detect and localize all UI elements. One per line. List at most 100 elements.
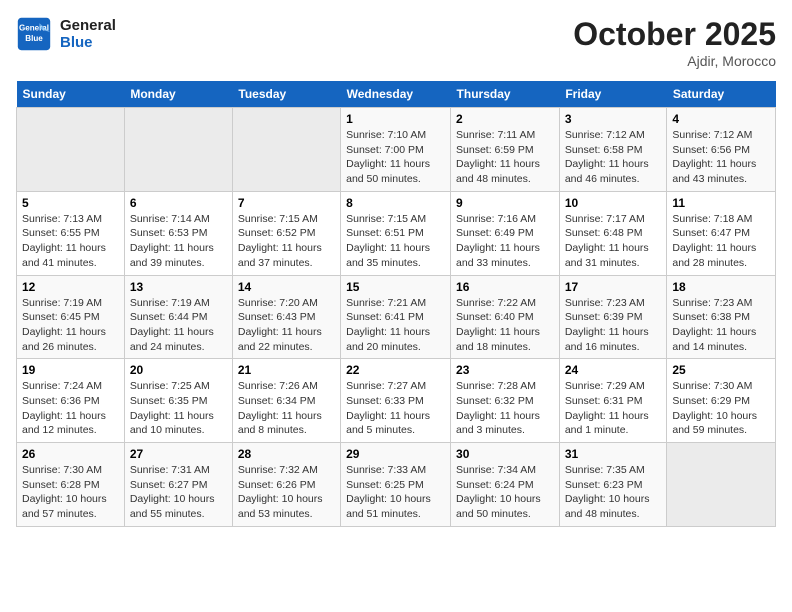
day-number: 18 xyxy=(672,280,770,294)
calendar-cell: 29 Sunrise: 7:33 AMSunset: 6:25 PMDayligh… xyxy=(341,443,451,527)
calendar-cell: 18 Sunrise: 7:23 AMSunset: 6:38 PMDayligh… xyxy=(667,275,776,359)
calendar-cell: 22Sunrise: 7:27 AMSunset: 6:33 PMDayligh… xyxy=(341,359,451,443)
day-info: Sunrise: 7:25 AMSunset: 6:35 PMDaylight:… xyxy=(130,379,227,438)
day-info: Sunrise: 7:12 AMSunset: 6:56 PMDaylight:… xyxy=(672,128,770,187)
calendar-cell: 20 Sunrise: 7:25 AMSunset: 6:35 PMDayligh… xyxy=(124,359,232,443)
calendar-cell: 15 Sunrise: 7:21 AMSunset: 6:41 PMDayligh… xyxy=(341,275,451,359)
day-number: 28 xyxy=(238,447,335,461)
day-number: 5 xyxy=(22,196,119,210)
calendar-cell: 3 Sunrise: 7:12 AMSunset: 6:58 PMDaylight… xyxy=(559,108,667,192)
day-info: Sunrise: 7:24 AMSunset: 6:36 PMDaylight:… xyxy=(22,379,119,438)
page-header: General Blue General Blue October 2025 A… xyxy=(16,16,776,69)
day-info: Sunrise: 7:10 AMSunset: 7:00 PMDaylight:… xyxy=(346,128,445,187)
day-info: Sunrise: 7:35 AMSunset: 6:23 PMDaylight:… xyxy=(565,463,662,522)
calendar-cell xyxy=(667,443,776,527)
day-number: 23 xyxy=(456,363,554,377)
calendar-cell: 19 Sunrise: 7:24 AMSunset: 6:36 PMDayligh… xyxy=(17,359,125,443)
calendar-cell: 5Sunrise: 7:13 AMSunset: 6:55 PMDaylight… xyxy=(17,191,125,275)
day-info: Sunrise: 7:28 AMSunset: 6:32 PMDaylight:… xyxy=(456,379,554,438)
calendar-cell: 23 Sunrise: 7:28 AMSunset: 6:32 PMDayligh… xyxy=(451,359,560,443)
day-number: 30 xyxy=(456,447,554,461)
day-number: 6 xyxy=(130,196,227,210)
day-header-monday: Monday xyxy=(124,81,232,108)
calendar-cell: 16Sunrise: 7:22 AMSunset: 6:40 PMDayligh… xyxy=(451,275,560,359)
day-info: Sunrise: 7:23 AMSunset: 6:38 PMDaylight:… xyxy=(672,296,770,355)
day-header-wednesday: Wednesday xyxy=(341,81,451,108)
day-number: 11 xyxy=(672,196,770,210)
day-number: 26 xyxy=(22,447,119,461)
calendar-cell: 27 Sunrise: 7:31 AMSunset: 6:27 PMDayligh… xyxy=(124,443,232,527)
day-number: 25 xyxy=(672,363,770,377)
calendar-cell: 12 Sunrise: 7:19 AMSunset: 6:45 PMDayligh… xyxy=(17,275,125,359)
day-number: 15 xyxy=(346,280,445,294)
day-info: Sunrise: 7:14 AMSunset: 6:53 PMDaylight:… xyxy=(130,212,227,271)
day-number: 20 xyxy=(130,363,227,377)
day-info: Sunrise: 7:26 AMSunset: 6:34 PMDaylight:… xyxy=(238,379,335,438)
day-info: Sunrise: 7:18 AMSunset: 6:47 PMDaylight:… xyxy=(672,212,770,271)
day-number: 10 xyxy=(565,196,662,210)
day-number: 3 xyxy=(565,112,662,126)
month-title: October 2025 xyxy=(573,16,776,53)
day-info: Sunrise: 7:19 AMSunset: 6:45 PMDaylight:… xyxy=(22,296,119,355)
day-info: Sunrise: 7:15 AMSunset: 6:52 PMDaylight:… xyxy=(238,212,335,271)
calendar-cell: 2Sunrise: 7:11 AMSunset: 6:59 PMDaylight… xyxy=(451,108,560,192)
calendar-cell: 1 Sunrise: 7:10 AMSunset: 7:00 PMDaylight… xyxy=(341,108,451,192)
calendar-cell: 6 Sunrise: 7:14 AMSunset: 6:53 PMDaylight… xyxy=(124,191,232,275)
calendar-table: SundayMondayTuesdayWednesdayThursdayFrid… xyxy=(16,81,776,527)
day-number: 31 xyxy=(565,447,662,461)
day-info: Sunrise: 7:11 AMSunset: 6:59 PMDaylight:… xyxy=(456,128,554,187)
day-number: 19 xyxy=(22,363,119,377)
day-info: Sunrise: 7:33 AMSunset: 6:25 PMDaylight:… xyxy=(346,463,445,522)
day-info: Sunrise: 7:15 AMSunset: 6:51 PMDaylight:… xyxy=(346,212,445,271)
day-number: 29 xyxy=(346,447,445,461)
day-header-friday: Friday xyxy=(559,81,667,108)
day-number: 1 xyxy=(346,112,445,126)
day-number: 9 xyxy=(456,196,554,210)
day-info: Sunrise: 7:17 AMSunset: 6:48 PMDaylight:… xyxy=(565,212,662,271)
day-info: Sunrise: 7:29 AMSunset: 6:31 PMDaylight:… xyxy=(565,379,662,438)
day-number: 13 xyxy=(130,280,227,294)
calendar-cell: 11 Sunrise: 7:18 AMSunset: 6:47 PMDayligh… xyxy=(667,191,776,275)
day-number: 7 xyxy=(238,196,335,210)
svg-text:Blue: Blue xyxy=(25,34,43,43)
calendar-cell: 25 Sunrise: 7:30 AMSunset: 6:29 PMDayligh… xyxy=(667,359,776,443)
day-header-thursday: Thursday xyxy=(451,81,560,108)
day-header-sunday: Sunday xyxy=(17,81,125,108)
calendar-cell: 8Sunrise: 7:15 AMSunset: 6:51 PMDaylight… xyxy=(341,191,451,275)
day-number: 27 xyxy=(130,447,227,461)
day-number: 16 xyxy=(456,280,554,294)
calendar-cell: 14 Sunrise: 7:20 AMSunset: 6:43 PMDayligh… xyxy=(232,275,340,359)
logo: General Blue General Blue xyxy=(16,16,116,52)
day-info: Sunrise: 7:31 AMSunset: 6:27 PMDaylight:… xyxy=(130,463,227,522)
calendar-cell xyxy=(232,108,340,192)
calendar-cell: 7 Sunrise: 7:15 AMSunset: 6:52 PMDaylight… xyxy=(232,191,340,275)
day-info: Sunrise: 7:16 AMSunset: 6:49 PMDaylight:… xyxy=(456,212,554,271)
day-info: Sunrise: 7:30 AMSunset: 6:29 PMDaylight:… xyxy=(672,379,770,438)
day-number: 12 xyxy=(22,280,119,294)
day-info: Sunrise: 7:23 AMSunset: 6:39 PMDaylight:… xyxy=(565,296,662,355)
day-info: Sunrise: 7:19 AMSunset: 6:44 PMDaylight:… xyxy=(130,296,227,355)
day-number: 17 xyxy=(565,280,662,294)
day-number: 4 xyxy=(672,112,770,126)
calendar-cell: 10 Sunrise: 7:17 AMSunset: 6:48 PMDayligh… xyxy=(559,191,667,275)
calendar-cell: 21 Sunrise: 7:26 AMSunset: 6:34 PMDayligh… xyxy=(232,359,340,443)
day-number: 14 xyxy=(238,280,335,294)
day-number: 24 xyxy=(565,363,662,377)
calendar-cell: 28 Sunrise: 7:32 AMSunset: 6:26 PMDayligh… xyxy=(232,443,340,527)
day-info: Sunrise: 7:21 AMSunset: 6:41 PMDaylight:… xyxy=(346,296,445,355)
day-header-saturday: Saturday xyxy=(667,81,776,108)
calendar-cell: 31 Sunrise: 7:35 AMSunset: 6:23 PMDayligh… xyxy=(559,443,667,527)
calendar-cell xyxy=(17,108,125,192)
day-number: 21 xyxy=(238,363,335,377)
day-info: Sunrise: 7:20 AMSunset: 6:43 PMDaylight:… xyxy=(238,296,335,355)
location-subtitle: Ajdir, Morocco xyxy=(573,53,776,69)
day-info: Sunrise: 7:12 AMSunset: 6:58 PMDaylight:… xyxy=(565,128,662,187)
day-info: Sunrise: 7:30 AMSunset: 6:28 PMDaylight:… xyxy=(22,463,119,522)
calendar-cell: 26 Sunrise: 7:30 AMSunset: 6:28 PMDayligh… xyxy=(17,443,125,527)
calendar-cell: 24 Sunrise: 7:29 AMSunset: 6:31 PMDayligh… xyxy=(559,359,667,443)
logo-icon: General Blue xyxy=(16,16,52,52)
calendar-cell: 4 Sunrise: 7:12 AMSunset: 6:56 PMDaylight… xyxy=(667,108,776,192)
calendar-cell: 13 Sunrise: 7:19 AMSunset: 6:44 PMDayligh… xyxy=(124,275,232,359)
calendar-cell xyxy=(124,108,232,192)
day-info: Sunrise: 7:32 AMSunset: 6:26 PMDaylight:… xyxy=(238,463,335,522)
